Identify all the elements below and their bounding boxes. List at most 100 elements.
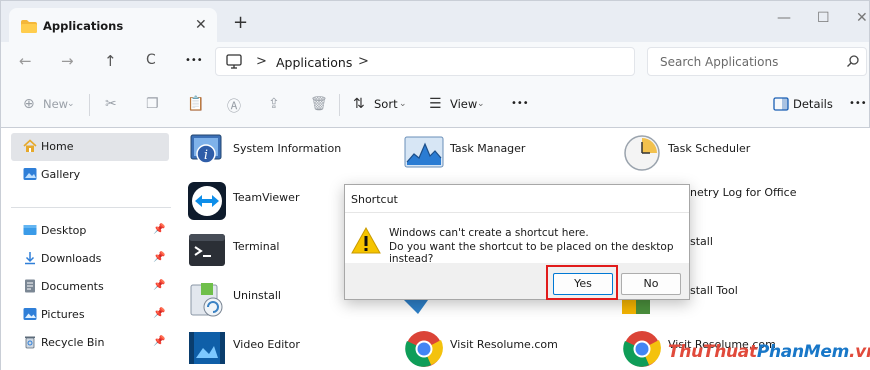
- file-name: Task Scheduler: [668, 142, 751, 155]
- partial-app-icon-2: [410, 308, 411, 309]
- teamviewer-icon: [188, 182, 226, 220]
- file-name-partial[interactable]: netry Log for Office: [690, 186, 796, 199]
- minimize-button[interactable]: —: [777, 10, 791, 26]
- breadcrumb[interactable]: Applications: [276, 55, 352, 70]
- refresh-icon[interactable]: C: [146, 52, 156, 68]
- uninstall-icon: [190, 283, 223, 317]
- share-icon[interactable]: ⇪: [268, 96, 280, 112]
- maximize-button[interactable]: ☐: [817, 10, 830, 26]
- more-icon[interactable]: •••: [185, 55, 203, 66]
- file-name: Terminal: [233, 240, 280, 253]
- cut-icon[interactable]: ✂: [105, 96, 117, 112]
- paste-icon[interactable]: 📋: [187, 96, 204, 112]
- dialog-title-bar[interactable]: Shortcut: [345, 185, 689, 213]
- chevron-right-icon[interactable]: >: [358, 54, 369, 69]
- system-information-icon: i: [190, 134, 222, 164]
- file-name: Video Editor: [233, 338, 300, 351]
- no-button[interactable]: No: [621, 273, 681, 295]
- search-icon: [847, 55, 859, 67]
- sidebar-item-documents[interactable]: Documents 📌: [11, 273, 169, 301]
- chevron-right-icon: >: [256, 54, 267, 69]
- sort-button[interactable]: Sort: [374, 97, 398, 111]
- back-icon[interactable]: ←: [19, 52, 32, 70]
- sidebar-item-label: Pictures: [41, 308, 85, 321]
- file-name: TeamViewer: [233, 191, 300, 204]
- file-name: Task Manager: [450, 142, 526, 155]
- file-name: System Information: [233, 142, 342, 155]
- highlight-box: [546, 265, 618, 300]
- computer-icon: [226, 54, 242, 69]
- sidebar-item-desktop[interactable]: Desktop 📌: [11, 217, 169, 245]
- file-item[interactable]: Visit Resolume.com: [404, 328, 604, 370]
- toolbar-divider: [339, 94, 340, 116]
- view-button[interactable]: View: [450, 97, 477, 111]
- chrome-icon: [623, 331, 661, 367]
- dialog-body: Windows can't create a shortcut here. Do…: [345, 213, 689, 265]
- new-button[interactable]: New: [43, 97, 68, 111]
- new-icon[interactable]: ⊕: [23, 96, 35, 112]
- tab-close-icon[interactable]: ✕: [195, 17, 207, 33]
- file-name-partial[interactable]: stall Tool: [690, 284, 738, 297]
- pin-icon[interactable]: 📌: [153, 280, 165, 291]
- search-input[interactable]: Search Applications: [647, 47, 867, 76]
- sidebar-item-home[interactable]: Home: [11, 133, 169, 161]
- folder-icon: [21, 20, 37, 33]
- close-button[interactable]: ✕: [856, 10, 868, 26]
- dialog-title: Shortcut: [351, 193, 398, 206]
- address-bar: ← → ↑ C ••• > Applications > Search Appl…: [0, 42, 870, 82]
- sidebar-item-gallery[interactable]: Gallery: [11, 161, 169, 189]
- file-name: Visit Resolume.com: [450, 338, 558, 351]
- view-icon[interactable]: ☰: [429, 96, 442, 112]
- document-icon: [25, 279, 35, 293]
- sidebar-item-label: Home: [41, 140, 74, 153]
- new-tab-button[interactable]: +: [233, 12, 248, 33]
- command-bar: ⊕ New ⌄ ✂ ❐ 📋 Ⓐ ⇪ 🗑 ⇅ Sort ⌄ ☰ View ⌄ ••…: [0, 82, 870, 128]
- sidebar-item-label: Documents: [41, 280, 104, 293]
- pin-icon[interactable]: 📌: [153, 308, 165, 319]
- file-item[interactable]: Task Scheduler: [622, 132, 822, 176]
- video-editor-icon: [189, 332, 225, 364]
- tab-applications[interactable]: Applications ✕: [9, 8, 217, 43]
- dialog-message-line1: Windows can't create a shortcut here.: [389, 227, 589, 239]
- details-pane-icon[interactable]: [773, 97, 789, 111]
- chrome-icon: [405, 331, 443, 367]
- install-tool-icon: [622, 300, 650, 314]
- sidebar-item-label: Recycle Bin: [41, 336, 105, 349]
- partial-app-icon: [404, 300, 428, 314]
- sidebar-item-downloads[interactable]: Downloads 📌: [11, 245, 169, 273]
- pin-icon[interactable]: 📌: [153, 252, 165, 263]
- copy-icon[interactable]: ❐: [146, 96, 159, 112]
- task-scheduler-icon: [624, 135, 660, 171]
- details-button[interactable]: Details: [793, 97, 833, 111]
- desktop-icon: [23, 225, 37, 235]
- watermark-part2: PhanMem: [756, 342, 850, 362]
- sort-icon[interactable]: ⇅: [353, 96, 365, 112]
- file-name-partial[interactable]: stall: [690, 235, 713, 248]
- file-item[interactable]: i System Information: [187, 132, 387, 176]
- more-options-button[interactable]: •••: [511, 98, 529, 109]
- sidebar-item-pictures[interactable]: Pictures 📌: [11, 301, 169, 329]
- pin-icon[interactable]: 📌: [153, 336, 165, 347]
- navigation-pane: Home Gallery Desktop 📌 Downloads 📌 Docum…: [0, 128, 176, 370]
- forward-icon[interactable]: →: [61, 52, 74, 70]
- more-options-button-right[interactable]: •••: [849, 98, 867, 109]
- sidebar-item-label: Desktop: [41, 224, 87, 237]
- dialog-message-line2: Do you want the shortcut to be placed on…: [389, 241, 674, 265]
- address-field[interactable]: > Applications >: [215, 47, 635, 76]
- file-item[interactable]: Video Editor: [187, 328, 387, 370]
- sidebar-item-recycle-bin[interactable]: Recycle Bin 📌: [11, 329, 169, 357]
- download-icon: [25, 252, 35, 265]
- pin-icon[interactable]: 📌: [153, 224, 165, 235]
- sidebar-item-label: Gallery: [41, 168, 81, 181]
- toolbar-divider: [89, 94, 90, 116]
- sidebar-item-label: Downloads: [41, 252, 102, 265]
- file-item[interactable]: Task Manager: [404, 132, 604, 176]
- watermark: ThuThuatPhanMem.vn: [668, 342, 870, 362]
- gallery-icon: [23, 168, 37, 180]
- rename-icon[interactable]: Ⓐ: [227, 96, 241, 116]
- file-name: Uninstall: [233, 289, 281, 302]
- sidebar-divider: [11, 207, 171, 208]
- home-icon: [23, 139, 37, 152]
- up-icon[interactable]: ↑: [104, 52, 117, 70]
- delete-icon[interactable]: 🗑: [310, 96, 328, 112]
